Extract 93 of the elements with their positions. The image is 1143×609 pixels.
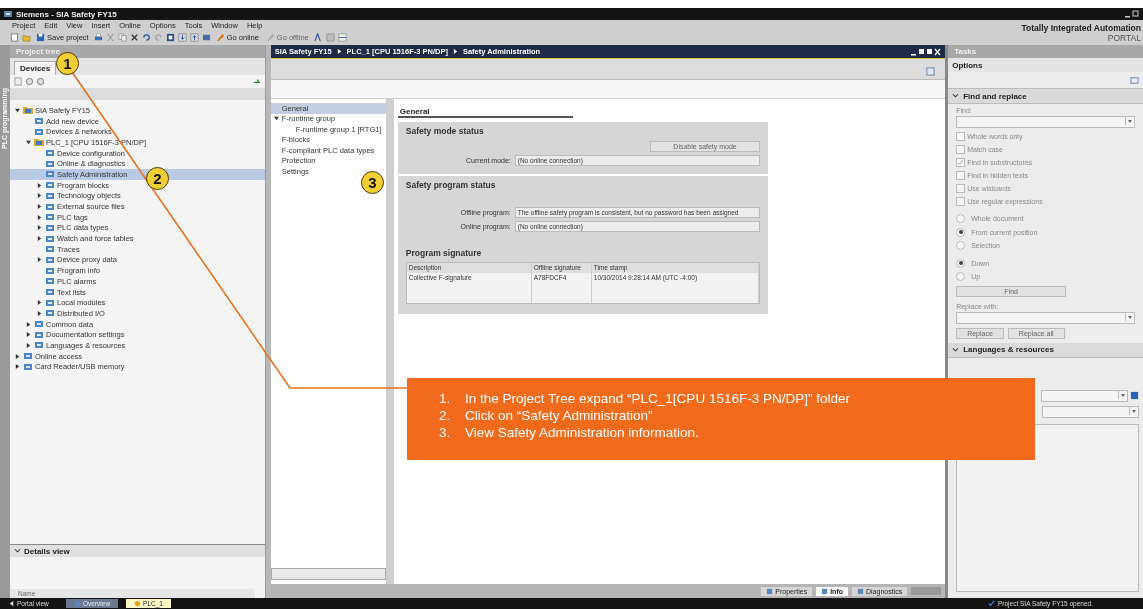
item-icon xyxy=(45,245,55,254)
connect-icon xyxy=(215,33,225,42)
item-icon xyxy=(45,170,55,179)
item-icon xyxy=(45,181,55,190)
item-icon xyxy=(45,149,55,158)
step-text: View Safety Administration information. xyxy=(465,425,699,440)
check-icon xyxy=(987,600,995,607)
item-icon xyxy=(45,298,55,307)
item-icon xyxy=(34,341,44,350)
radio-button[interactable] xyxy=(956,214,966,224)
radio-button[interactable] xyxy=(956,227,966,237)
new-project-icon[interactable] xyxy=(10,33,19,42)
tab-icon xyxy=(821,587,829,595)
window-title: Siemens - SIA Safety FY15 xyxy=(16,9,117,19)
tab-icon xyxy=(766,587,774,595)
back-arrow-icon xyxy=(8,600,15,607)
panel-title: Program signature xyxy=(405,248,483,258)
options-header: Options xyxy=(948,58,1143,72)
delete-icon[interactable] xyxy=(129,33,139,42)
item-icon xyxy=(45,266,55,275)
item-icon xyxy=(45,309,55,318)
item-icon xyxy=(45,288,55,297)
item-icon xyxy=(45,234,55,243)
print-icon[interactable] xyxy=(93,33,103,42)
collapse-arrow-icon[interactable] xyxy=(26,139,31,145)
item-icon xyxy=(34,320,44,329)
product-subtitle: PORTAL xyxy=(1107,33,1141,43)
panel-layout-icon[interactable] xyxy=(1130,75,1139,85)
chevron-down-icon xyxy=(952,93,960,99)
expand-arrow-icon[interactable] xyxy=(37,257,42,263)
app-icon xyxy=(4,10,12,18)
item-icon xyxy=(45,202,55,211)
panel-title: Safety program status xyxy=(405,180,497,190)
cross-reference-icon[interactable] xyxy=(313,33,323,42)
tab-icon xyxy=(857,587,864,595)
step-number: 2. xyxy=(439,408,452,423)
tab-icon xyxy=(134,600,142,607)
radio-button[interactable] xyxy=(956,272,966,282)
section-header[interactable]: Languages & resources xyxy=(948,342,1143,358)
breadcrumb-arrow-icon xyxy=(452,49,458,54)
download-icon[interactable] xyxy=(177,33,187,42)
details-view-header[interactable]: Details view xyxy=(10,544,265,557)
horizontal-scrollbar[interactable] xyxy=(270,568,386,580)
window-controls-icon[interactable] xyxy=(911,47,942,56)
item-icon xyxy=(34,117,44,126)
radio-button[interactable] xyxy=(956,241,966,251)
devices-tab[interactable]: Devices xyxy=(14,61,57,75)
item-icon xyxy=(45,223,55,232)
panel-title: Tasks xyxy=(954,47,977,56)
chevron-down-icon xyxy=(14,548,21,554)
step-text: In the Project Tree expand “PLC_1[CPU 1516F-3 PN/DP]” folder xyxy=(465,391,850,406)
item-icon xyxy=(45,159,55,168)
checkbox[interactable] xyxy=(956,132,966,141)
collapse-arrow-icon[interactable] xyxy=(15,107,20,113)
window-controls-icon[interactable] xyxy=(1125,10,1139,18)
product-title: Totally Integrated Automation xyxy=(1021,23,1141,33)
step-number: 1. xyxy=(439,391,452,406)
chevron-down-icon xyxy=(952,346,960,353)
step-number: 3. xyxy=(439,425,452,440)
tab-icon xyxy=(74,600,81,607)
collapse-arrow-icon[interactable] xyxy=(273,116,279,122)
checkbox[interactable] xyxy=(956,158,966,167)
step-text: Click on “Safety Administration” xyxy=(465,408,653,423)
undo-icon[interactable] xyxy=(141,33,151,42)
breadcrumb-arrow-icon xyxy=(336,49,342,54)
dropdown-arrow-icon xyxy=(1125,117,1134,125)
item-icon xyxy=(45,255,55,264)
section-heading: General xyxy=(397,107,573,118)
checkbox[interactable] xyxy=(956,184,966,193)
radio-button[interactable] xyxy=(956,258,966,268)
item-icon xyxy=(34,127,44,136)
checkbox[interactable] xyxy=(956,197,966,206)
item-icon xyxy=(45,277,55,286)
item-icon xyxy=(45,213,55,222)
item-icon xyxy=(34,330,44,339)
item-icon xyxy=(45,191,55,200)
item-icon xyxy=(23,362,33,371)
save-icon xyxy=(36,33,45,42)
checkbox[interactable] xyxy=(956,171,966,180)
item-icon xyxy=(23,352,33,361)
section-header[interactable]: Find and replace xyxy=(948,89,1143,104)
split-icon[interactable] xyxy=(337,33,347,42)
language-icon[interactable] xyxy=(1130,391,1139,400)
folder-icon xyxy=(23,106,33,115)
upload-icon[interactable] xyxy=(189,33,199,42)
dropdown-arrow-icon xyxy=(1125,312,1134,321)
dropdown-arrow-icon xyxy=(1118,390,1127,399)
panel-title: Safety mode status xyxy=(405,126,485,136)
checkbox[interactable] xyxy=(956,145,966,154)
sync-icon[interactable] xyxy=(251,77,261,86)
folder-icon xyxy=(34,138,44,147)
dropdown-arrow-icon xyxy=(1129,406,1138,415)
disconnect-icon xyxy=(265,33,275,42)
